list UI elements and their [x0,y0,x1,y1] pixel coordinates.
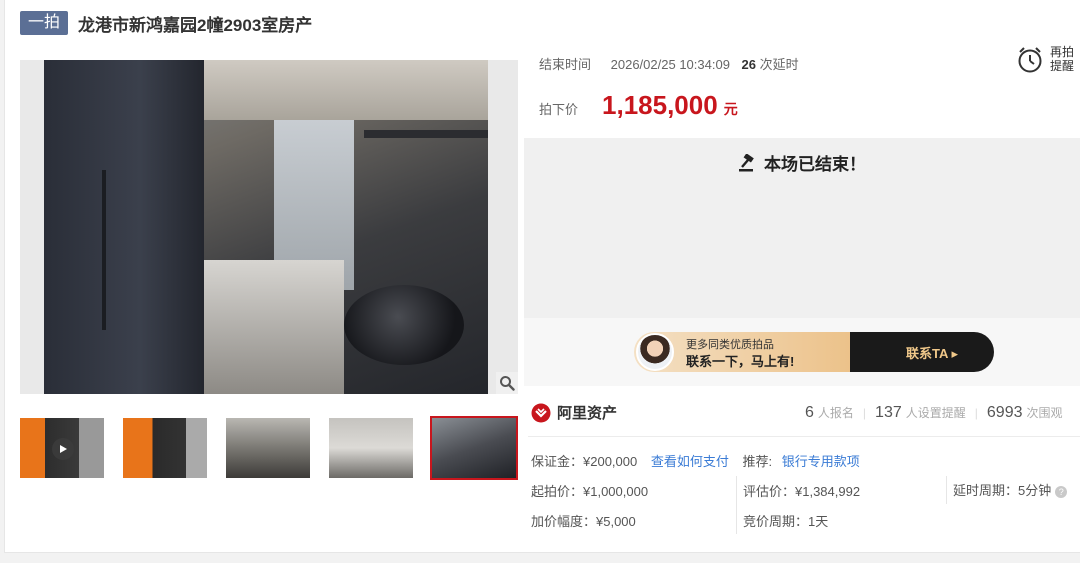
thumbnail-image[interactable] [329,418,413,478]
end-time-value: 2026/02/25 10:34:09 [610,57,730,72]
reminder-label: 人设置提醒 [905,406,966,420]
remind-text: 再拍 提醒 [1050,45,1074,73]
main-image[interactable] [20,60,518,394]
deposit-row: 保证金：¥200,000 查看如何支付 推荐: 银行专用款项 [531,451,860,470]
signup-label: 人报名 [817,406,854,420]
thumbnail-image[interactable] [123,418,207,478]
recommend-label: 推荐: [742,454,773,469]
contact-ta-button[interactable]: 联系TA ▸ [906,343,958,362]
remind-line2: 提醒 [1050,59,1075,73]
auction-stats: 6 人报名 | 137 人设置提醒 | 6993 次围观 [805,404,1063,421]
thumbnail-image-active[interactable] [430,416,518,480]
price-unit: 元 [723,101,738,117]
alarm-clock-icon [1018,47,1042,73]
deposit-value: 保证金：¥200,000 [531,454,638,469]
help-icon[interactable]: ? [1055,485,1068,498]
ended-text: 本场已结束！ [764,155,866,174]
bank-account-link[interactable]: 银行专用款项 [782,454,860,469]
play-icon[interactable] [52,438,74,460]
signup-count: 6 [805,404,814,421]
round-badge: 一拍 [20,11,69,35]
final-price: 1,185,000 [602,90,718,120]
how-to-pay-link[interactable]: 查看如何支付 [651,454,729,469]
auction-status-panel: 本场已结束！ [524,138,1080,318]
thumbnail-video[interactable] [20,418,104,478]
delay-suffix: 次延时 [759,57,799,72]
promo-line2: 联系一下，马上有! [686,354,795,369]
ali-assets-logo: 阿里资产 [531,402,617,423]
reauction-remind-button[interactable]: 再拍 提醒 [1016,44,1074,74]
remind-line1: 再拍 [1050,45,1075,59]
price-row: 拍下价 1,185,000 元 [539,90,738,121]
thumbnail-strip [20,416,518,480]
end-time-label: 结束时间 [539,57,592,72]
bid-increment: 加价幅度：¥5,000 [531,514,636,529]
promo-line1: 更多同类优质拍品 [686,339,774,351]
end-time-row: 结束时间 2026/02/25 10:34:09 26 次延时 [539,54,799,73]
column-divider [946,476,947,504]
property-photo [44,60,488,394]
agent-avatar [636,333,674,371]
reminder-count: 137 [875,404,902,421]
ali-assets-icon [531,403,551,422]
brand-name: 阿里资产 [557,405,618,422]
column-divider [736,476,737,534]
appraisal-price: 评估价：¥1,384,992 [743,484,861,499]
divider [528,436,1080,437]
view-label: 次围观 [1026,406,1063,420]
price-label: 拍下价 [539,102,579,117]
auction-ended-status: 本场已结束！ [524,150,1080,175]
contact-promo-banner[interactable]: 更多同类优质拍品 联系一下，马上有! 联系TA ▸ [634,332,994,372]
bid-period: 竞价周期：1天 [743,514,829,529]
delay-period: 延时周期：5分钟 [953,483,1052,498]
delay-period-row: 延时周期：5分钟? [953,480,1068,499]
page-title: 龙港市新鸿嘉园2幢2903室房产 [78,15,313,35]
gavel-icon [739,153,754,171]
start-price: 起拍价：¥1,000,000 [531,484,649,499]
promo-area: 更多同类优质拍品 联系一下，马上有! 联系TA ▸ [524,318,1080,386]
thumbnail-image[interactable] [226,418,310,478]
title-bar: 一拍 龙港市新鸿嘉园2幢2903室房产 [20,10,312,36]
view-count: 6993 [986,404,1023,421]
delay-count: 26 [741,57,757,72]
zoom-icon[interactable] [496,372,518,394]
